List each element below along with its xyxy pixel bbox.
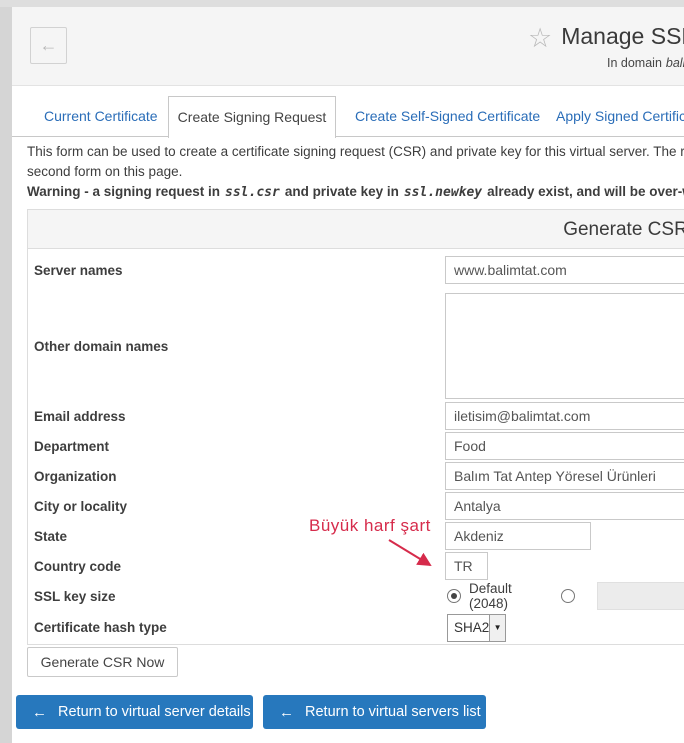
other-domain-names-label: Other domain names (28, 339, 445, 354)
tab-current-certificate[interactable]: Current Certificate (44, 96, 158, 137)
key-size-custom-radio[interactable] (561, 589, 575, 603)
description-line-1: This form can be used to create a certif… (27, 142, 684, 162)
key-size-default-radio[interactable] (447, 589, 461, 603)
row-ssl-key-size: SSL key size Default (2048) (28, 581, 684, 611)
other-domain-names-textarea[interactable] (445, 293, 684, 399)
annotation-arrow-icon (384, 535, 444, 575)
generate-csr-form: Generate CSR Server names Other domain n… (27, 209, 684, 645)
row-organization: Organization (28, 461, 684, 491)
certificate-hash-type-label: Certificate hash type (28, 620, 445, 635)
page-title: Manage SSL Certificate (561, 23, 684, 49)
city-or-locality-input[interactable] (445, 492, 684, 520)
back-button[interactable]: ← (30, 27, 67, 64)
annotation-text: Büyük harf şart (309, 516, 431, 536)
left-arrow-icon: ← (32, 704, 47, 721)
title-wrap: ☆ Manage SSL Certificate (528, 23, 684, 54)
back-arrow-icon: ← (40, 35, 58, 55)
warning-filename-csr: ssl.csr (225, 185, 280, 200)
return-to-virtual-server-details-button[interactable]: ← Return to virtual server details (16, 695, 253, 729)
row-department: Department (28, 431, 684, 461)
city-or-locality-label: City or locality (28, 499, 445, 514)
tab-bar: Current Certificate Create Signing Reque… (12, 96, 684, 137)
warning-filename-newkey: ssl.newkey (404, 185, 482, 200)
warning-line: Warning - a signing request in ssl.csr and… (27, 182, 684, 203)
form-section-title: Generate CSR (28, 210, 684, 249)
email-address-input[interactable] (445, 402, 684, 430)
hash-type-selected-value: SHA2 (448, 620, 489, 635)
page-header: ← ☆ Manage SSL Certificate In domain balim… (12, 7, 684, 86)
row-other-domain-names: Other domain names (28, 291, 684, 401)
country-code-input[interactable] (445, 552, 488, 580)
page: ← ☆ Manage SSL Certificate In domain balim… (12, 7, 684, 743)
in-domain-prefix: In domain (607, 56, 662, 70)
server-names-label: Server names (28, 263, 445, 278)
row-email-address: Email address (28, 401, 684, 431)
domain-name: balimtat.com (666, 56, 684, 70)
in-domain-subtitle: In domain balimtat.com (607, 56, 684, 70)
organization-label: Organization (28, 469, 445, 484)
left-edge-strip (0, 0, 12, 743)
left-arrow-icon: ← (279, 704, 294, 721)
tab-apply-signed-certificate[interactable]: Apply Signed Certificate (556, 96, 684, 137)
row-server-names: Server names (28, 249, 684, 291)
department-input[interactable] (445, 432, 684, 460)
description-line-2: second form on this page. (27, 162, 684, 182)
generate-csr-now-button[interactable]: Generate CSR Now (27, 647, 178, 677)
ssl-key-size-label: SSL key size (28, 589, 445, 604)
return-to-virtual-servers-list-button[interactable]: ← Return to virtual servers list (263, 695, 486, 729)
country-code-label: Country code (28, 559, 445, 574)
warning-suffix: already exist, and will be over-written … (487, 184, 684, 199)
row-country-code: Country code (28, 551, 684, 581)
key-size-default-label: Default (2048) (469, 581, 555, 611)
tab-create-self-signed-certificate[interactable]: Create Self-Signed Certificate (355, 96, 540, 137)
organization-input[interactable] (445, 462, 684, 490)
hash-type-select[interactable]: SHA2 ▼ (447, 614, 506, 642)
top-band (0, 0, 684, 7)
favorite-star-icon[interactable]: ☆ (528, 23, 552, 53)
return-list-label: Return to virtual servers list (305, 704, 481, 720)
server-names-input[interactable] (445, 256, 684, 284)
warning-middle: and private key in (285, 184, 399, 199)
department-label: Department (28, 439, 445, 454)
select-dropdown-arrow-icon: ▼ (489, 615, 505, 641)
tab-create-signing-request[interactable]: Create Signing Request (168, 96, 336, 138)
email-address-label: Email address (28, 409, 445, 424)
return-details-label: Return to virtual server details (58, 704, 251, 720)
row-certificate-hash-type: Certificate hash type SHA2 ▼ (28, 611, 684, 644)
key-size-custom-input[interactable] (597, 582, 684, 610)
state-input[interactable] (445, 522, 591, 550)
description: This form can be used to create a certif… (27, 142, 684, 203)
warning-prefix: Warning - a signing request in (27, 184, 220, 199)
